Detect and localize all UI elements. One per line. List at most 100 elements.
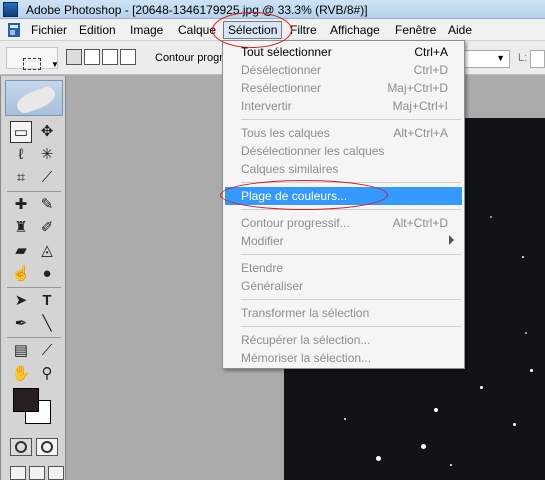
menu-item-reselect[interactable]: Resélectionner Maj+Ctrl+D [225,79,462,97]
toolbox-divider [7,287,61,288]
menu-item-label: Modifier [241,234,284,248]
menu-affichage[interactable]: Affichage [330,23,380,37]
menu-item-select-all[interactable]: Tout sélectionner Ctrl+A [225,43,462,61]
pen-tool-icon[interactable]: ✒ [10,313,32,335]
chevron-down-icon: ▼ [496,53,505,63]
menu-fichier[interactable]: Fichier [31,23,67,37]
menu-item-label: Plage de couleurs... [241,189,348,203]
menu-divider [241,254,461,255]
menu-image[interactable]: Image [130,23,163,37]
photoshop-menu-icon[interactable] [6,22,22,38]
intersect-selection-mode-button[interactable] [120,49,136,65]
selection-dropdown-menu: Tout sélectionner Ctrl+A Désélectionner … [222,40,465,369]
notes-tool-icon[interactable]: ▤ [10,340,32,362]
type-tool-icon[interactable]: T [36,290,58,312]
toolbox-header[interactable] [5,80,63,116]
menu-item-all-layers[interactable]: Tous les calques Alt+Ctrl+A [225,124,462,142]
toolbox-divider [7,337,61,338]
menu-item-modify[interactable]: Modifier [225,232,462,250]
clone-stamp-icon[interactable]: ♜ [10,217,32,239]
menu-item-label: Récupérer la sélection... [241,333,371,347]
standard-screen-mode-button[interactable] [10,466,26,480]
standard-mode-button[interactable] [10,438,32,456]
menu-item-transform-selection[interactable]: Transformer la sélection [225,304,462,322]
menu-item-inverse[interactable]: Intervertir Maj+Ctrl+I [225,97,462,115]
menu-divider [241,299,461,300]
menu-item-similar-layers[interactable]: Calques similaires [225,160,462,178]
eraser-tool-icon[interactable]: ▰ [10,240,32,262]
menu-item-label: Resélectionner [241,81,322,95]
star [490,216,492,218]
paint-bucket-icon[interactable]: ◬ [36,240,58,262]
menu-item-similar[interactable]: Généraliser [225,277,462,295]
star [344,418,346,420]
crop-tool-icon[interactable]: ⌗ [10,167,32,189]
menu-item-label: Intervertir [241,99,292,113]
menu-item-label: Tous les calques [241,126,330,140]
menu-item-color-range[interactable]: Plage de couleurs... [225,187,462,205]
menu-item-label: Calques similaires [241,162,339,176]
width-input[interactable] [530,50,545,68]
brush-tool-icon[interactable]: ✎ [36,194,58,216]
marquee-tool-icon[interactable]: ▭ [10,121,32,143]
path-selection-icon[interactable]: ➤ [10,290,32,312]
menu-item-grow[interactable]: Etendre [225,259,462,277]
menu-filtre[interactable]: Filtre [290,23,317,37]
menu-item-shortcut: Alt+Ctrl+A [393,126,448,140]
move-tool-icon[interactable]: ✥ [36,121,58,143]
menu-aide[interactable]: Aide [448,23,472,37]
menu-item-label: Transformer la sélection [241,306,370,320]
menu-fenetre[interactable]: Fenêtre [395,23,436,37]
star [480,386,483,389]
slice-tool-icon[interactable]: ⟋ [36,167,58,189]
menu-item-shortcut: Maj+Ctrl+D [387,81,448,95]
photoshop-app-icon[interactable] [3,2,18,17]
menu-item-save-selection[interactable]: Mémoriser la sélection... [225,349,462,367]
star [513,423,516,426]
menu-item-label: Mémoriser la sélection... [241,351,372,365]
star [376,456,381,461]
healing-brush-icon[interactable]: ✚ [10,194,32,216]
line-tool-icon[interactable]: ╲ [36,313,58,335]
menu-item-label: Désélectionner [241,63,322,77]
foreground-color-swatch[interactable] [13,388,39,412]
style-dropdown[interactable]: ▼ [460,50,510,68]
magic-wand-icon[interactable]: ✳ [36,144,58,166]
menu-divider [241,209,461,210]
menu-divider [241,326,461,327]
add-selection-mode-button[interactable] [84,49,100,65]
dodge-tool-icon[interactable]: ● [36,263,58,285]
menu-item-shortcut: Alt+Ctrl+D [392,216,448,230]
tool-preset-picker[interactable]: ▼ [6,47,59,70]
menu-item-feather[interactable]: Contour progressif... Alt+Ctrl+D [225,214,462,232]
menu-item-label: Généraliser [241,279,304,293]
menu-item-deselect-layers[interactable]: Désélectionner les calques [225,142,462,160]
new-selection-mode-button[interactable] [66,49,82,65]
menu-item-load-selection[interactable]: Récupérer la sélection... [225,331,462,349]
star [434,408,438,412]
star [450,464,452,466]
menu-calque[interactable]: Calque [178,23,216,37]
menu-item-label: Contour progressif... [241,216,350,230]
full-screen-mode-button[interactable] [48,466,64,480]
quick-mask-icon [41,441,53,453]
smudge-tool-icon[interactable]: ☝ [10,263,32,285]
star [530,369,533,372]
subtract-selection-mode-button[interactable] [102,49,118,65]
menu-item-label: Désélectionner les calques [241,144,385,158]
lasso-tool-icon[interactable]: ℓ [10,144,32,166]
menu-item-label: Etendre [241,261,284,275]
menu-selection[interactable]: Sélection [223,21,283,39]
quick-mask-button[interactable] [36,438,58,456]
star [525,332,527,334]
hand-tool-icon[interactable]: ✋ [10,363,32,385]
eyedropper-icon[interactable]: ⟋ [36,340,58,362]
width-label: L: [518,52,528,64]
full-screen-menu-mode-button[interactable] [29,466,45,480]
zoom-tool-icon[interactable]: ⚲ [36,363,58,385]
menu-item-shortcut: Ctrl+D [413,63,448,77]
menu-edition[interactable]: Edition [79,23,116,37]
feather-label: Contour progr [155,52,223,64]
history-brush-icon[interactable]: ✐ [36,217,58,239]
menu-item-deselect[interactable]: Désélectionner Ctrl+D [225,61,462,79]
